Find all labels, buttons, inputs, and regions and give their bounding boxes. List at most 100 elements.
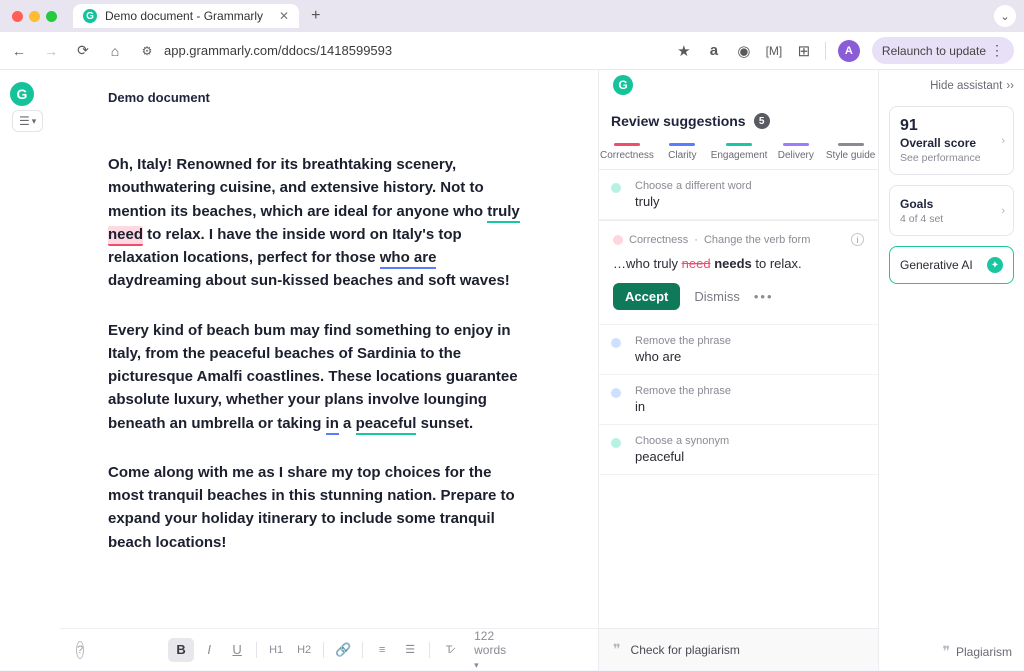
review-header: Review suggestions 5 (599, 103, 878, 137)
reload-button[interactable]: ⟳ (74, 42, 92, 59)
suggestion-word: in (635, 399, 864, 414)
suggestions-panel: G Review suggestions 5 Correctness Clari… (599, 70, 879, 670)
underline-who-are[interactable]: who are (380, 249, 437, 269)
clear-format-button[interactable]: T̷ (436, 638, 462, 662)
underline-button[interactable]: U (224, 638, 250, 662)
suggestion-in[interactable]: Remove the phrase in (599, 375, 878, 425)
profile-avatar[interactable]: A (838, 40, 860, 62)
toolbar-right: ★ a ◉ [M] ⊞ A Relaunch to update ⋮ (675, 37, 1014, 64)
chevron-right-icon: › (1001, 205, 1005, 217)
back-button[interactable]: ← (10, 43, 28, 59)
underline-in[interactable]: in (326, 415, 339, 435)
plagiarism-label: Check for plagiarism (631, 643, 740, 657)
suggestion-peaceful[interactable]: Choose a synonym peaceful (599, 425, 878, 475)
clarity-dot-icon (611, 338, 621, 348)
engagement-dot-icon (611, 438, 621, 448)
help-icon[interactable]: ? (76, 641, 84, 659)
extensions-icon[interactable]: ⊞ (795, 42, 813, 60)
tab-delivery[interactable]: Delivery (768, 137, 823, 169)
home-button[interactable]: ⌂ (106, 43, 124, 59)
suggestion-label: Remove the phrase (635, 335, 864, 347)
paragraph-3[interactable]: Come along with me as I share my top cho… (108, 461, 528, 554)
correctness-header: Correctness · Change the verb form i (613, 233, 864, 246)
h1-button[interactable]: H1 (263, 638, 289, 662)
numbered-list-button[interactable]: ≡ (369, 638, 395, 662)
tab-style-guide[interactable]: Style guide (823, 137, 878, 169)
suggestion-truly[interactable]: Choose a different word truly (599, 170, 878, 220)
quotes-icon: ❞ (613, 641, 621, 658)
sparkle-icon: ✦ (987, 257, 1003, 273)
format-toolbar: ? B I U H1 H2 🔗 ≡ ☰ T̷ 122 words ▾ (60, 628, 598, 670)
bold-button[interactable]: B (168, 638, 194, 662)
extension-a-icon[interactable]: a (705, 42, 723, 59)
separator (256, 642, 257, 658)
document-title[interactable]: Demo document (108, 90, 550, 105)
editor-pane: Demo document Oh, Italy! Renowned for it… (60, 70, 599, 670)
document-menu-button[interactable]: ☰▾ (12, 110, 43, 132)
window-controls (12, 11, 57, 22)
paragraph-2[interactable]: Every kind of beach bum may find somethi… (108, 319, 528, 435)
goals-title: Goals (900, 197, 1003, 211)
address-bar: ← → ⟳ ⌂ ⚙ app.grammarly.com/ddocs/141859… (0, 32, 1024, 70)
relaunch-label: Relaunch to update (882, 44, 986, 58)
link-button[interactable]: 🔗 (330, 638, 356, 662)
accept-button[interactable]: Accept (613, 283, 680, 310)
bullet-list-button[interactable]: ☰ (397, 638, 423, 662)
review-title: Review suggestions (611, 113, 746, 129)
relaunch-button[interactable]: Relaunch to update ⋮ (872, 37, 1014, 64)
underline-need[interactable]: need (108, 226, 143, 246)
grammarly-logo-icon[interactable]: G (10, 82, 34, 106)
tab-engagement[interactable]: Engagement (710, 137, 769, 169)
suggestion-list: Choose a different word truly Correctnes… (599, 170, 878, 628)
document-content[interactable]: Oh, Italy! Renowned for its breathtaking… (108, 153, 528, 554)
suggestion-need-expanded: Correctness · Change the verb form i …wh… (599, 220, 878, 325)
dismiss-button[interactable]: Dismiss (694, 289, 740, 304)
minimize-window-icon[interactable] (29, 11, 40, 22)
text: daydreaming about sun-kissed beaches and… (108, 272, 510, 289)
goals-card[interactable]: Goals 4 of 4 set › (889, 185, 1014, 236)
left-rail: G ☰▾ (0, 70, 60, 670)
correctness-dot-icon (613, 235, 623, 245)
engagement-dot-icon (611, 183, 621, 193)
tabs-overflow-button[interactable]: ⌄ (994, 5, 1016, 27)
plagiarism-rail-label: Plagiarism (956, 645, 1012, 659)
separator (323, 642, 324, 658)
see-performance: See performance (900, 152, 1003, 164)
generative-ai-card[interactable]: Generative AI ✦ (889, 246, 1014, 284)
close-window-icon[interactable] (12, 11, 23, 22)
suggestion-word: who are (635, 349, 864, 364)
close-tab-icon[interactable]: ✕ (279, 9, 289, 23)
tab-bar: G Demo document - Grammarly ✕ + ⌄ (0, 0, 1024, 32)
category-label: Correctness (629, 234, 688, 246)
score-title: Overall score (900, 136, 1003, 150)
tab-correctness[interactable]: Correctness (599, 137, 655, 169)
category-tabs: Correctness Clarity Engagement Delivery … (599, 137, 878, 170)
plagiarism-rail-button[interactable]: ❞ Plagiarism (942, 643, 1012, 660)
grammarly-small-icon: G (613, 75, 633, 95)
url-field[interactable]: ⚙ app.grammarly.com/ddocs/1418599593 (138, 43, 661, 58)
text: Oh, Italy! Renowned for its breathtaking… (108, 156, 487, 220)
browser-menu-icon[interactable]: ⋮ (990, 42, 1004, 59)
word-count[interactable]: 122 words ▾ (474, 629, 506, 671)
underline-peaceful[interactable]: peaceful (356, 415, 417, 435)
italic-button[interactable]: I (196, 638, 222, 662)
site-settings-icon[interactable]: ⚙ (138, 44, 156, 58)
hide-assistant-button[interactable]: Hide assistant›› (889, 80, 1014, 92)
more-options-icon[interactable]: ••• (754, 289, 774, 304)
browser-tab[interactable]: G Demo document - Grammarly ✕ (73, 4, 299, 28)
underline-truly[interactable]: truly (487, 203, 520, 223)
h2-button[interactable]: H2 (291, 638, 317, 662)
score-value: 91 (900, 117, 1003, 135)
info-icon[interactable]: i (851, 233, 864, 246)
extension-swirl-icon[interactable]: ◉ (735, 42, 753, 60)
overall-score-card[interactable]: 91 Overall score See performance › (889, 106, 1014, 175)
maximize-window-icon[interactable] (46, 11, 57, 22)
new-tab-button[interactable]: + (311, 7, 320, 25)
plagiarism-check-bar[interactable]: ❞ Check for plagiarism (599, 628, 878, 670)
suggestion-who-are[interactable]: Remove the phrase who are (599, 325, 878, 375)
extension-brackets-icon[interactable]: [M] (765, 44, 783, 58)
tab-clarity[interactable]: Clarity (655, 137, 710, 169)
chevron-right-icon: ›› (1006, 80, 1014, 92)
paragraph-1[interactable]: Oh, Italy! Renowned for its breathtaking… (108, 153, 528, 293)
bookmark-icon[interactable]: ★ (675, 42, 693, 60)
